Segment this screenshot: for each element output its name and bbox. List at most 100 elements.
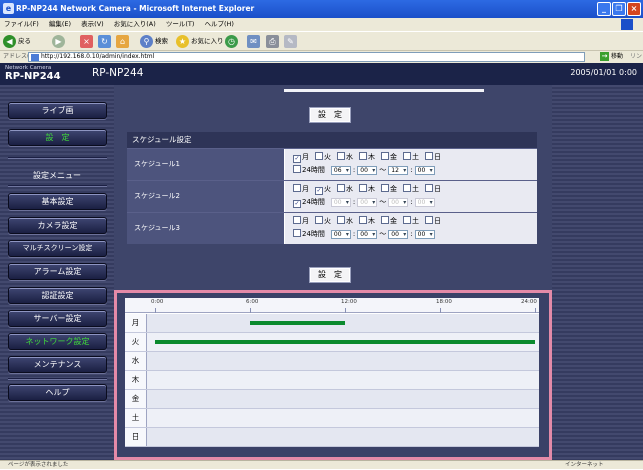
stop-button[interactable]: × [80,34,95,49]
day-option[interactable]: 火 [315,152,331,161]
sidebar-item-alarm[interactable]: アラーム設定 [8,263,107,280]
day-checkbox[interactable] [293,216,301,224]
day-option[interactable]: 月 [293,184,309,193]
range-separator: ～ [379,166,387,174]
back-button[interactable]: ◀ 戻る [3,34,31,49]
day-checkbox[interactable] [425,216,433,224]
menu-edit[interactable]: 編集(E) [49,20,71,28]
sidebar-item-maintenance[interactable]: メンテナンス [8,356,107,373]
day-option[interactable]: 土 [403,152,419,161]
end-minute-select[interactable]: 00 [414,230,435,239]
edit-button[interactable]: ✎ [284,34,299,49]
all-day-checkbox[interactable] [293,165,301,173]
day-checkbox[interactable] [337,152,345,160]
search-button[interactable]: ⚲ 検索 [140,34,168,49]
go-button[interactable]: → 移動 [600,52,623,62]
home-icon: ⌂ [116,34,129,48]
day-checkbox[interactable] [403,184,411,192]
day-option[interactable]: 金 [381,184,397,193]
day-option[interactable]: 日 [425,216,441,225]
timeline-day-label: 月 [125,314,147,332]
day-option[interactable]: 土 [403,216,419,225]
refresh-button[interactable]: ↻ [98,34,113,49]
day-checkbox[interactable] [381,152,389,160]
day-option[interactable]: 金 [381,152,397,161]
day-checkbox[interactable]: ✓ [293,155,301,163]
menu-help[interactable]: ヘルプ(H) [205,20,234,28]
day-checkbox[interactable] [337,216,345,224]
forward-button[interactable]: ▶ [52,34,67,49]
set-button-top[interactable]: 設 定 [310,108,350,122]
day-checkbox[interactable] [359,184,367,192]
sidebar-item-network[interactable]: ネットワーク設定 [8,333,107,350]
schedule-row: スケジュール3月火水木金土日24時間00:00～00:00 [127,212,537,244]
day-checkbox[interactable] [381,184,389,192]
day-checkbox[interactable] [359,152,367,160]
menu-favorites[interactable]: お気に入り(A) [114,20,156,28]
day-option[interactable]: 木 [359,152,375,161]
day-checkbox[interactable] [403,152,411,160]
day-checkbox[interactable] [315,152,323,160]
end-hour-select[interactable]: 12 [388,166,409,175]
all-day-checkbox[interactable]: ✓ [293,200,301,208]
day-option[interactable]: 木 [359,184,375,193]
day-label: 水 [346,185,353,193]
day-checkbox[interactable]: ✓ [315,187,323,195]
day-checkbox[interactable] [381,216,389,224]
sidebar-item-multiscreen[interactable]: マルチスクリーン設定 [8,240,107,257]
help-button[interactable]: ヘルプ [8,384,107,401]
start-minute-select[interactable]: 00 [357,166,378,175]
live-button[interactable]: ライブ画 [8,102,107,119]
day-option[interactable]: 日 [425,184,441,193]
sidebar-item-server[interactable]: サーバー設定 [8,310,107,327]
day-checkbox[interactable] [425,152,433,160]
address-input[interactable]: http://192.168.0.10/admin/index.html [28,52,585,62]
all-day-checkbox[interactable] [293,229,301,237]
menu-file[interactable]: ファイル(F) [4,20,39,28]
print-button[interactable]: ⎙ [266,34,281,49]
restore-button[interactable]: ❐ [612,2,626,16]
set-button-bottom[interactable]: 設 定 [310,268,350,282]
day-checkbox[interactable] [403,216,411,224]
home-button[interactable]: ⌂ [116,34,131,49]
settings-button[interactable]: 設 定 [8,129,107,146]
all-day-label: 24時間 [302,166,325,174]
menu-view[interactable]: 表示(V) [81,20,104,28]
day-option[interactable]: 金 [381,216,397,225]
mail-button[interactable]: ✉ [247,34,262,49]
end-hour-select[interactable]: 00 [388,230,409,239]
start-hour-select[interactable]: 00 [330,230,351,239]
start-hour-select[interactable]: 06 [330,166,351,175]
end-hour-select[interactable]: 00 [388,198,409,207]
day-option[interactable]: 土 [403,184,419,193]
menu-tools[interactable]: ツール(T) [166,20,195,28]
start-minute-select[interactable]: 00 [357,198,378,207]
day-checkbox[interactable] [359,216,367,224]
day-option[interactable]: 水 [337,216,353,225]
day-checkbox[interactable] [293,184,301,192]
day-checkbox[interactable] [337,184,345,192]
day-option[interactable]: 月 [293,216,309,225]
day-option[interactable]: 水 [337,152,353,161]
close-button[interactable]: × [627,2,641,16]
sidebar-item-camera[interactable]: カメラ設定 [8,217,107,234]
start-minute-select[interactable]: 00 [357,230,378,239]
start-hour-select[interactable]: 00 [330,198,351,207]
links-label[interactable]: リン [630,51,642,63]
day-checkbox[interactable] [425,184,433,192]
sidebar-item-auth[interactable]: 認証設定 [8,287,107,304]
sidebar-item-basic[interactable]: 基本設定 [8,193,107,210]
day-checkbox[interactable] [315,216,323,224]
day-option[interactable]: 水 [337,184,353,193]
end-minute-select[interactable]: 00 [414,198,435,207]
favorites-button[interactable]: ★ お気に入り [176,34,224,49]
end-minute-select[interactable]: 00 [414,166,435,175]
day-option[interactable]: 日 [425,152,441,161]
day-option[interactable]: 火 [315,216,331,225]
time-range: ✓24時間00:00～00:00 [293,196,537,209]
day-option[interactable]: 木 [359,216,375,225]
history-button[interactable]: ◷ [225,34,240,49]
day-option[interactable]: ✓ 月 [293,153,309,163]
day-option[interactable]: ✓ 火 [315,185,331,195]
minimize-button[interactable]: _ [597,2,611,16]
